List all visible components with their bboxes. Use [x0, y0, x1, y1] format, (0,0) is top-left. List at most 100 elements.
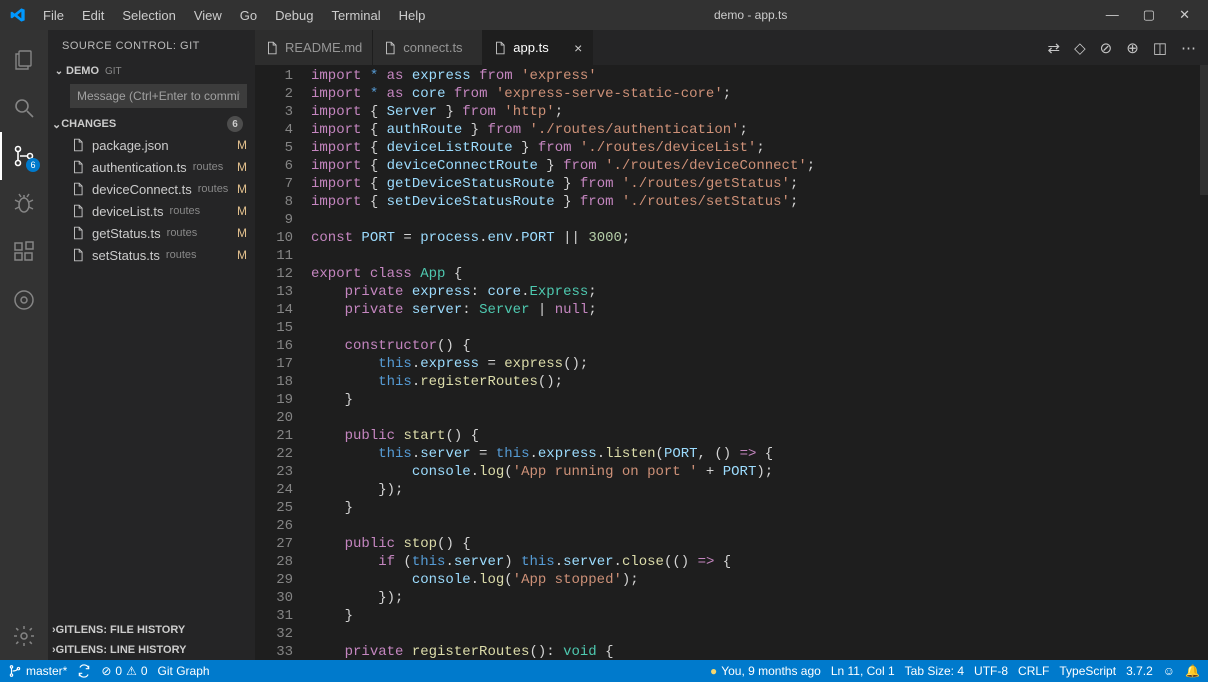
file-icon: [70, 137, 86, 153]
sidebar-title: SOURCE CONTROL: GIT: [48, 30, 255, 62]
menu-go[interactable]: Go: [232, 4, 265, 27]
chevron-down-icon: ⌄: [52, 118, 61, 131]
file-icon: [70, 247, 86, 263]
tab-label: connect.ts: [403, 40, 462, 55]
file-name: deviceConnect.ts: [92, 182, 192, 197]
minimize-icon[interactable]: —: [1106, 7, 1119, 23]
status-blame[interactable]: ● You, 9 months ago: [710, 664, 821, 678]
tabs-row: README.md connect.ts app.ts × ⇄ ◇ ⊘ ⊕ ◫ ⋯: [255, 30, 1208, 65]
activity-gitlens[interactable]: [0, 276, 48, 324]
status-feedback-icon[interactable]: ☺: [1163, 664, 1175, 678]
menubar: File Edit Selection View Go Debug Termin…: [35, 4, 433, 27]
discard-icon[interactable]: ⊘: [1100, 39, 1113, 57]
window-title: demo - app.ts: [433, 8, 1068, 22]
file-status: M: [237, 248, 249, 262]
line-gutter: 1234567891011121314151617181920212223242…: [255, 65, 311, 660]
person-icon: ●: [710, 664, 717, 678]
status-sync[interactable]: [77, 664, 91, 678]
repo-header[interactable]: ⌄ DEMO GIT: [48, 62, 255, 80]
minimap[interactable]: [1200, 65, 1208, 660]
file-icon: [70, 159, 86, 175]
status-branch[interactable]: master*: [8, 664, 67, 678]
tab-label: app.ts: [513, 40, 548, 55]
file-dir: routes: [166, 249, 197, 261]
chevron-down-icon: ⌄: [52, 66, 66, 77]
file-name: deviceList.ts: [92, 204, 164, 219]
menu-help[interactable]: Help: [391, 4, 434, 27]
repo-provider: GIT: [105, 66, 122, 77]
activity-debug[interactable]: [0, 180, 48, 228]
status-tab-size[interactable]: Tab Size: 4: [905, 664, 964, 678]
editor[interactable]: 1234567891011121314151617181920212223242…: [255, 65, 1208, 660]
compare-changes-icon[interactable]: ⇄: [1048, 39, 1061, 57]
editor-tab[interactable]: README.md: [255, 30, 373, 65]
file-dir: routes: [193, 161, 224, 173]
changed-file-item[interactable]: getStatus.tsroutesM: [48, 222, 255, 244]
file-dir: routes: [170, 205, 201, 217]
changes-header[interactable]: ⌄ CHANGES 6: [48, 114, 255, 134]
code-content[interactable]: import * as express from 'express'import…: [311, 65, 1200, 660]
repo-name: DEMO: [66, 65, 99, 77]
menu-edit[interactable]: Edit: [74, 4, 112, 27]
status-bell-icon[interactable]: 🔔: [1185, 664, 1200, 678]
status-encoding[interactable]: UTF-8: [974, 664, 1008, 678]
file-icon: [70, 181, 86, 197]
tab-label: README.md: [285, 40, 362, 55]
gitlens-line-history[interactable]: › GITLENS: LINE HISTORY: [48, 640, 255, 660]
open-changes-icon[interactable]: ◇: [1074, 39, 1086, 57]
file-status: M: [237, 204, 249, 218]
split-editor-icon[interactable]: ◫: [1153, 39, 1167, 57]
status-git-graph[interactable]: Git Graph: [158, 664, 210, 678]
status-language[interactable]: TypeScript: [1059, 664, 1116, 678]
file-status: M: [237, 160, 249, 174]
status-eol[interactable]: CRLF: [1018, 664, 1049, 678]
stage-icon[interactable]: ⊕: [1126, 39, 1139, 57]
menu-terminal[interactable]: Terminal: [323, 4, 388, 27]
file-icon: [383, 41, 397, 55]
changed-file-item[interactable]: authentication.tsroutesM: [48, 156, 255, 178]
file-name: package.json: [92, 138, 169, 153]
more-actions-icon[interactable]: ⋯: [1181, 39, 1196, 57]
changes-count-badge: 6: [227, 116, 243, 132]
activity-settings[interactable]: [0, 612, 48, 660]
activity-search[interactable]: [0, 84, 48, 132]
file-dir: routes: [198, 183, 229, 195]
vscode-logo-icon: [0, 7, 35, 23]
editor-tab[interactable]: app.ts ×: [483, 30, 593, 65]
activity-explorer[interactable]: [0, 36, 48, 84]
file-icon: [70, 225, 86, 241]
status-problems[interactable]: ⊘0 ⚠0: [101, 664, 147, 678]
gitlens-file-history[interactable]: › GITLENS: FILE HISTORY: [48, 620, 255, 640]
activity-extensions[interactable]: [0, 228, 48, 276]
changes-label: CHANGES: [61, 118, 116, 130]
status-ts-version[interactable]: 3.7.2: [1126, 664, 1153, 678]
changed-file-item[interactable]: deviceConnect.tsroutesM: [48, 178, 255, 200]
commit-message-input[interactable]: [70, 84, 247, 108]
menu-debug[interactable]: Debug: [267, 4, 321, 27]
close-icon[interactable]: ✕: [1179, 7, 1190, 23]
file-name: setStatus.ts: [92, 248, 160, 263]
file-dir: routes: [167, 227, 198, 239]
file-status: M: [237, 138, 249, 152]
menu-selection[interactable]: Selection: [114, 4, 183, 27]
minimap-slider[interactable]: [1200, 65, 1208, 195]
changed-file-item[interactable]: package.json M: [48, 134, 255, 156]
file-icon: [265, 41, 279, 55]
activity-source-control[interactable]: 6: [0, 132, 48, 180]
status-cursor-position[interactable]: Ln 11, Col 1: [831, 664, 895, 678]
file-status: M: [237, 226, 249, 240]
scm-badge: 6: [26, 158, 40, 172]
close-tab-icon[interactable]: ×: [574, 40, 582, 56]
changes-file-list: package.jsonMauthentication.tsroutesMdev…: [48, 134, 255, 266]
editor-tab[interactable]: connect.ts: [373, 30, 483, 65]
editor-group: README.md connect.ts app.ts × ⇄ ◇ ⊘ ⊕ ◫ ⋯ 1…: [255, 30, 1208, 660]
titlebar: File Edit Selection View Go Debug Termin…: [0, 0, 1208, 30]
file-icon: [493, 41, 507, 55]
changed-file-item[interactable]: setStatus.ts routes M: [48, 244, 255, 266]
file-icon: [70, 203, 86, 219]
maximize-icon[interactable]: ▢: [1143, 7, 1155, 23]
menu-view[interactable]: View: [186, 4, 230, 27]
window-controls: — ▢ ✕: [1068, 7, 1208, 23]
menu-file[interactable]: File: [35, 4, 72, 27]
changed-file-item[interactable]: deviceList.ts routes M: [48, 200, 255, 222]
